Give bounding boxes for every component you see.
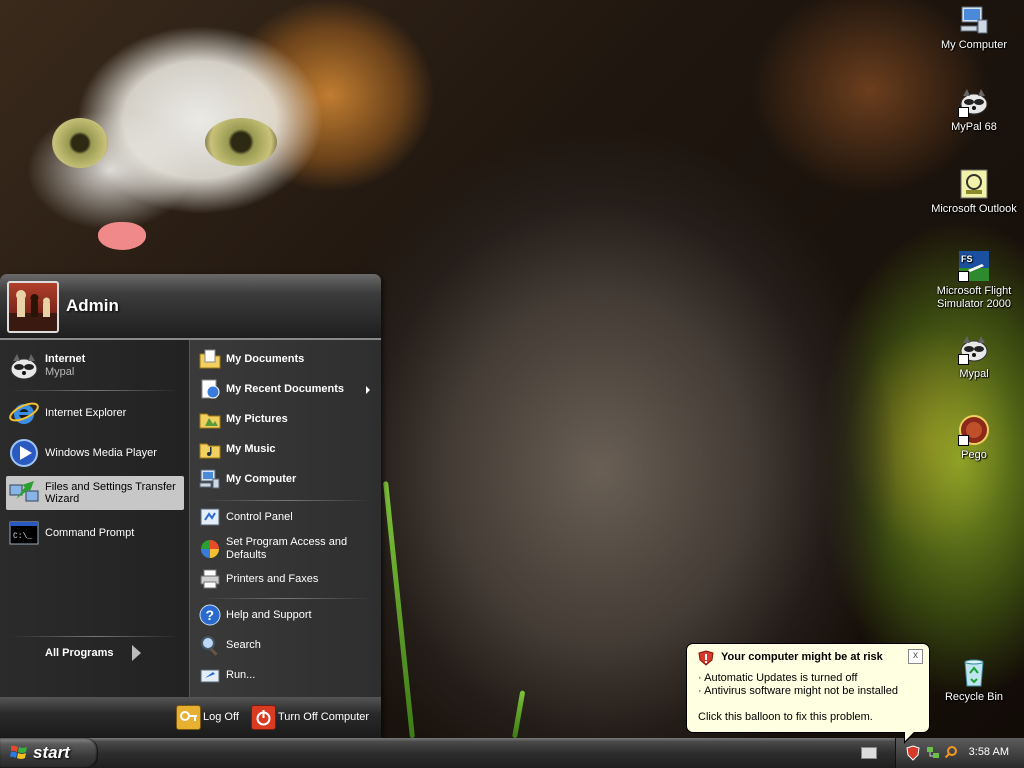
- menu-separator: [10, 390, 180, 391]
- desktop-icon-pego[interactable]: Pego: [929, 414, 1019, 462]
- taskbar: start 3:58 AM: [0, 738, 1024, 768]
- power-icon: [251, 705, 276, 730]
- balloon-line: · Automatic Updates is turned off: [698, 672, 858, 684]
- menu-item-windows-media-player[interactable]: Windows Media Player: [6, 436, 184, 470]
- close-icon[interactable]: x: [908, 649, 923, 664]
- user-avatar[interactable]: [7, 281, 59, 333]
- menu-item-my-music[interactable]: My Music: [198, 438, 376, 462]
- program-access-icon: [199, 538, 221, 560]
- all-programs-arrow-icon: [132, 645, 141, 661]
- menu-item-my-recent-documents[interactable]: My Recent Documents: [198, 378, 376, 402]
- flight-simulator-icon: FS: [958, 250, 990, 282]
- wallpaper-grass-blade: [383, 481, 415, 738]
- search-tray-icon[interactable]: [944, 745, 958, 759]
- svg-text:FS: FS: [961, 254, 973, 264]
- search-icon: [199, 634, 221, 656]
- balloon-footer: Click this balloon to fix this problem.: [698, 711, 873, 723]
- start-menu-footer: Log Off Turn Off Computer: [0, 697, 381, 738]
- svg-text:?: ?: [206, 607, 215, 623]
- raccoon-icon: [8, 351, 40, 383]
- menu-item-set-program-access[interactable]: Set Program Access and Defaults: [198, 534, 376, 564]
- balloon-title: Your computer might be at risk: [721, 651, 883, 663]
- user-name: Admin: [66, 296, 119, 315]
- my-computer-icon: [958, 4, 990, 36]
- printer-icon: [199, 568, 221, 590]
- folder-music-icon: [199, 438, 221, 460]
- raccoon-icon: [958, 86, 990, 118]
- pinned-item-subtitle: Mypal: [45, 366, 75, 378]
- menu-item-run[interactable]: Run...: [198, 664, 376, 688]
- raccoon-icon: [958, 333, 990, 365]
- warning-shield-icon: [698, 650, 714, 666]
- wallpaper-cat-eye-right: [205, 118, 277, 166]
- recent-documents-icon: [199, 378, 221, 400]
- start-button-label: start: [33, 743, 70, 762]
- turn-off-computer-button[interactable]: Turn Off Computer: [251, 705, 376, 730]
- security-balloon[interactable]: Your computer might be at risk x · Autom…: [686, 643, 930, 733]
- menu-item-my-pictures[interactable]: My Pictures: [198, 408, 376, 432]
- desktop-icon-flight-simulator[interactable]: FS Microsoft Flight Simulator 2000: [929, 250, 1019, 311]
- submenu-arrow-icon: [366, 386, 370, 394]
- start-menu: Admin Internet Mypal Internet Explorer W…: [0, 274, 381, 738]
- command-prompt-icon: C:\_: [8, 517, 40, 549]
- recycle-bin-icon: [958, 656, 990, 688]
- wallpaper-cat-nose: [98, 222, 146, 250]
- start-menu-left-pane: Internet Mypal Internet Explorer Windows…: [0, 340, 189, 697]
- menu-item-files-settings-transfer[interactable]: Files and Settings Transfer Wizard: [6, 476, 184, 510]
- balloon-line: · Antivirus software might not be instal…: [698, 685, 898, 697]
- security-shield-icon[interactable]: [906, 745, 920, 761]
- menu-item-printers-and-faxes[interactable]: Printers and Faxes: [198, 568, 376, 592]
- help-icon: ?: [199, 604, 221, 626]
- balloon-tail-fill: [905, 729, 917, 741]
- menu-item-help-and-support[interactable]: ? Help and Support: [198, 604, 376, 628]
- pinned-item-title: Internet: [45, 353, 86, 365]
- control-panel-icon: [199, 506, 221, 528]
- internet-explorer-icon: [8, 397, 40, 429]
- wallpaper-cat-eye-left: [52, 118, 108, 168]
- desktop-icon-mypal[interactable]: Mypal: [929, 333, 1019, 381]
- start-button[interactable]: start: [0, 738, 98, 768]
- menu-item-my-documents[interactable]: My Documents: [198, 348, 376, 372]
- menu-item-search[interactable]: Search: [198, 634, 376, 658]
- desktop-icon-microsoft-outlook[interactable]: Microsoft Outlook: [929, 168, 1019, 216]
- wallpaper-grass-blade: [512, 690, 526, 738]
- taskbar-clock[interactable]: 3:58 AM: [969, 746, 1009, 758]
- menu-item-my-computer[interactable]: My Computer: [198, 468, 376, 492]
- windows-logo-icon: [10, 744, 28, 762]
- menu-separator: [202, 500, 372, 501]
- media-player-icon: [8, 437, 40, 469]
- transfer-wizard-icon: [8, 477, 40, 509]
- keyboard-icon[interactable]: [861, 747, 877, 759]
- folder-documents-icon: [199, 348, 221, 370]
- start-menu-right-pane: My Documents My Recent Documents My Pict…: [189, 340, 381, 697]
- menu-item-control-panel[interactable]: Control Panel: [198, 506, 376, 530]
- network-icon[interactable]: [926, 746, 940, 760]
- svg-text:C:\_: C:\_: [13, 532, 32, 541]
- key-icon: [176, 705, 201, 730]
- start-menu-header: Admin: [0, 274, 381, 340]
- pego-icon: [958, 414, 990, 446]
- my-computer-icon: [199, 468, 221, 490]
- menu-separator: [10, 636, 180, 637]
- chess-pieces-icon: [9, 290, 57, 331]
- pinned-item-internet[interactable]: Internet Mypal: [6, 350, 184, 384]
- folder-pictures-icon: [199, 408, 221, 430]
- menu-item-internet-explorer[interactable]: Internet Explorer: [6, 396, 184, 430]
- desktop-icon-recycle-bin[interactable]: Recycle Bin: [929, 656, 1019, 704]
- desktop-icon-my-computer[interactable]: My Computer: [929, 4, 1019, 52]
- desktop-icon-mypal-68[interactable]: MyPal 68: [929, 86, 1019, 134]
- menu-separator: [202, 598, 372, 599]
- outlook-icon: [958, 168, 990, 200]
- menu-item-command-prompt[interactable]: C:\_ Command Prompt: [6, 516, 184, 550]
- log-off-button[interactable]: Log Off: [176, 705, 244, 730]
- run-icon: [199, 664, 221, 686]
- all-programs-button[interactable]: All Programs: [6, 640, 184, 666]
